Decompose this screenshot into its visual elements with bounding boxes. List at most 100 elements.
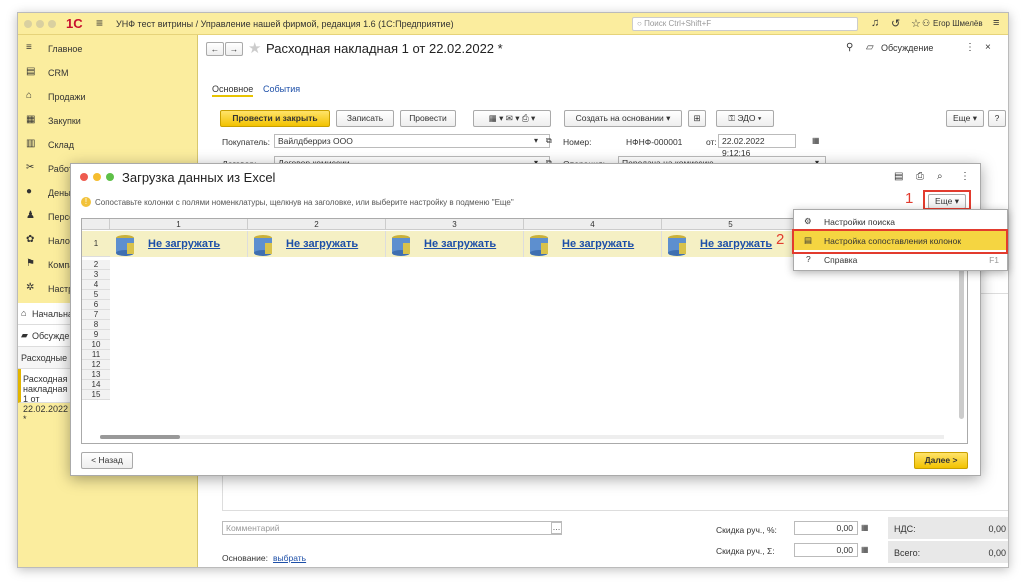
- row-number: 11: [82, 350, 110, 360]
- comment-field[interactable]: Комментарий: [222, 521, 562, 535]
- mapping-cell-1[interactable]: Не загружать: [110, 231, 248, 257]
- gear-icon: ⚙: [804, 216, 812, 226]
- vertical-scrollbar[interactable]: [959, 259, 964, 419]
- money-icon: ●: [26, 186, 33, 197]
- database-icon: [254, 235, 272, 256]
- more-vertical-icon[interactable]: ⋮: [960, 171, 970, 182]
- discount-pct-field[interactable]: 0,00: [794, 521, 858, 535]
- page-title: Расходная накладная 1 от 22.02.2022 *: [266, 41, 503, 56]
- discussion-link[interactable]: Обсуждение: [881, 43, 933, 53]
- search-icon: ○: [637, 19, 645, 28]
- print-tools-button[interactable]: ▦ ▾ ✉ ▾ ⎙ ▾: [473, 110, 551, 127]
- row-number: 3: [82, 270, 110, 280]
- link-icon[interactable]: ⚲: [846, 42, 853, 53]
- mapping-cell-3[interactable]: Не загружать: [386, 231, 524, 257]
- main-menu-icon[interactable]: ≡: [96, 16, 103, 30]
- do-not-load-link[interactable]: Не загружать: [286, 238, 358, 250]
- global-search-input[interactable]: ○ Поиск Ctrl+Shift+F: [632, 17, 858, 31]
- user-name[interactable]: Егор Шмелёв: [933, 19, 983, 28]
- tab-main[interactable]: Основное: [212, 84, 254, 97]
- do-not-load-link[interactable]: Не загружать: [424, 238, 496, 250]
- favorite-star-icon[interactable]: ★: [248, 39, 261, 57]
- print-icon[interactable]: ⎙: [916, 171, 924, 182]
- mapping-cell-2[interactable]: Не загружать: [248, 231, 386, 257]
- minimize-window-icon[interactable]: [36, 20, 44, 28]
- calendar-icon[interactable]: ▦: [812, 136, 820, 145]
- corner-header: [82, 219, 110, 230]
- back-button[interactable]: < Назад: [81, 452, 133, 469]
- chat-icon: ▰: [21, 330, 28, 340]
- dialog-title: Загрузка данных из Excel: [122, 170, 276, 185]
- discussion-icon[interactable]: ▱: [866, 42, 874, 53]
- bell-icon[interactable]: ♫: [871, 17, 879, 29]
- sidebar-item-sales[interactable]: ⌂ Продажи: [18, 85, 198, 109]
- menu-icon: ≡: [26, 42, 32, 53]
- close-icon[interactable]: ×: [985, 42, 991, 53]
- do-not-load-link[interactable]: Не загружать: [148, 238, 220, 250]
- scroll-thumb[interactable]: [100, 435, 180, 439]
- column-header-3[interactable]: 3: [386, 219, 524, 230]
- buyer-field[interactable]: Вайлдберриз ООО: [274, 134, 550, 148]
- sidebar-item-main[interactable]: ≡ Главное: [18, 37, 198, 61]
- sidebar-home[interactable]: ⌂Начальная страница: [18, 303, 119, 325]
- tab-events[interactable]: События: [263, 84, 300, 94]
- column-header-1[interactable]: 1: [110, 219, 248, 230]
- help-icon: ?: [806, 254, 811, 264]
- next-button[interactable]: Далее >: [914, 452, 968, 469]
- discount-sum-field[interactable]: 0,00: [794, 543, 858, 557]
- post-and-close-button[interactable]: Провести и закрыть: [220, 110, 330, 127]
- help-button[interactable]: ?: [988, 110, 1006, 127]
- sidebar-item-warehouse[interactable]: ▥ Склад: [18, 133, 198, 157]
- row-number: 10: [82, 340, 110, 350]
- more-vertical-icon[interactable]: ⋮: [965, 42, 975, 53]
- settings-menu-icon[interactable]: ≡: [993, 17, 999, 29]
- forward-arrow-button[interactable]: →: [225, 42, 243, 56]
- home-icon: ⌂: [21, 308, 27, 318]
- open-icon[interactable]: ⧉: [546, 136, 552, 146]
- post-button[interactable]: Провести: [400, 110, 456, 127]
- structure-icon[interactable]: ⊞: [688, 110, 706, 127]
- create-based-on-button[interactable]: Создать на основании ▾: [564, 110, 682, 127]
- warehouse-icon: ▥: [26, 138, 36, 149]
- maximize-dialog-icon[interactable]: [106, 173, 114, 181]
- save-icon[interactable]: ▤: [894, 171, 903, 182]
- edo-button[interactable]: ⚿ ЭДО ▾: [716, 110, 774, 127]
- row-number: 15: [82, 390, 110, 400]
- back-arrow-button[interactable]: ←: [206, 42, 224, 56]
- calculator-icon[interactable]: ▦: [861, 523, 869, 532]
- column-header-5[interactable]: 5: [662, 219, 800, 230]
- date-label: от:: [706, 137, 717, 147]
- settings-icon: ✲: [26, 282, 35, 293]
- save-button[interactable]: Записать: [336, 110, 394, 127]
- mapping-cell-4[interactable]: Не загружать: [524, 231, 662, 257]
- comment-expand-button[interactable]: …: [551, 522, 562, 534]
- date-field[interactable]: 22.02.2022 9:12:16: [718, 134, 796, 158]
- number-field[interactable]: НФНФ-000001: [626, 137, 682, 147]
- vat-value: 0,00: [988, 524, 1006, 534]
- close-window-icon[interactable]: [24, 20, 32, 28]
- buyer-label: Покупатель:: [222, 137, 271, 147]
- do-not-load-link[interactable]: Не загружать: [562, 238, 634, 250]
- calculator-icon[interactable]: ▦: [861, 545, 869, 554]
- sidebar-discussions[interactable]: ▰ Обсуждения: [18, 325, 84, 347]
- row-number: 13: [82, 370, 110, 380]
- more-button[interactable]: Еще ▾: [946, 110, 984, 127]
- chevron-down-icon[interactable]: ▾: [534, 136, 538, 145]
- sidebar-item-purchases[interactable]: ▦ Закупки: [18, 109, 198, 133]
- title-bar: 1С ≡ УНФ тест витрины / Управление нашей…: [18, 13, 1008, 35]
- minimize-dialog-icon[interactable]: [93, 173, 101, 181]
- horizontal-scrollbar[interactable]: [100, 435, 944, 439]
- sidebar-item-crm[interactable]: ▤ CRM: [18, 61, 198, 85]
- works-icon: ✂: [26, 162, 35, 173]
- open-window-list[interactable]: Расходные накладные: [18, 347, 116, 369]
- maximize-window-icon[interactable]: [48, 20, 56, 28]
- column-header-2[interactable]: 2: [248, 219, 386, 230]
- star-icon[interactable]: ☆: [911, 17, 921, 30]
- basis-select-link[interactable]: выбрать: [273, 553, 306, 563]
- do-not-load-link[interactable]: Не загружать: [700, 238, 772, 250]
- preview-icon[interactable]: ⌕: [937, 171, 943, 182]
- open-window-doc[interactable]: Расходная накладная 1 от 22.02.2022 *: [18, 369, 78, 424]
- close-dialog-icon[interactable]: [80, 173, 88, 181]
- column-header-4[interactable]: 4: [524, 219, 662, 230]
- history-icon[interactable]: ↺: [891, 17, 900, 30]
